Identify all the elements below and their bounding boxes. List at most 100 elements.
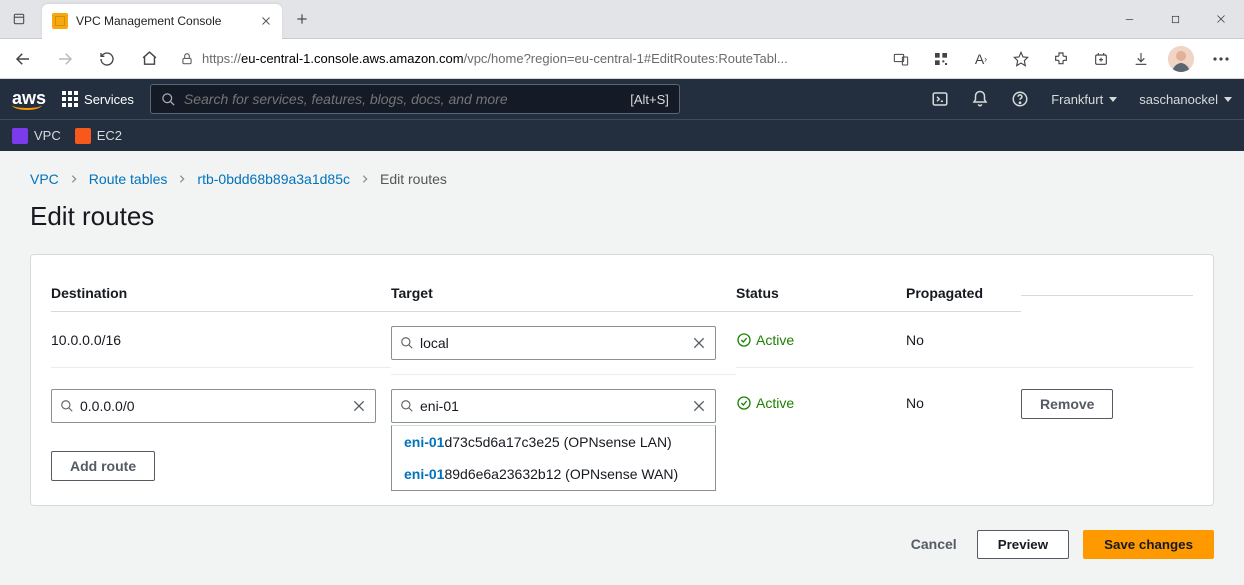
cancel-button[interactable]: Cancel — [905, 528, 963, 560]
region-selector[interactable]: Frankfurt — [1051, 92, 1117, 107]
chevron-right-icon — [69, 174, 79, 184]
status-active: Active — [736, 395, 794, 411]
close-tab-icon[interactable] — [260, 15, 272, 27]
tab-actions-button[interactable] — [0, 0, 38, 38]
tab-title: VPC Management Console — [76, 14, 252, 28]
nav-refresh-button[interactable] — [88, 42, 126, 76]
status-text: Active — [756, 332, 794, 348]
services-menu[interactable]: Services — [62, 91, 134, 107]
add-route-button[interactable]: Add route — [51, 451, 155, 481]
search-shortcut: [Alt+S] — [630, 92, 669, 107]
aws-logo[interactable]: aws — [12, 89, 46, 110]
remove-route-button[interactable]: Remove — [1021, 389, 1113, 419]
main-content: VPC Route tables rtb-0bdd68b89a3a1d85c E… — [0, 151, 1244, 560]
breadcrumb: VPC Route tables rtb-0bdd68b89a3a1d85c E… — [30, 171, 1214, 187]
url-text: https://eu-central-1.console.aws.amazon.… — [202, 51, 870, 66]
status-cell: Active — [736, 375, 906, 431]
page-footer-actions: Cancel Preview Save changes — [30, 506, 1214, 560]
actions-cell — [1021, 312, 1193, 368]
aws-top-nav: aws Services [Alt+S] Frankfurt saschanoc… — [0, 79, 1244, 119]
breadcrumb-current: Edit routes — [380, 171, 447, 187]
clear-icon[interactable] — [685, 398, 707, 414]
status-active: Active — [736, 332, 794, 348]
window-minimize-button[interactable] — [1106, 0, 1152, 38]
lock-icon — [180, 52, 194, 66]
dropdown-option[interactable]: eni-01d73c5d6a17c3e25 (OPNsense LAN) — [392, 426, 715, 458]
preview-button[interactable]: Preview — [977, 530, 1069, 559]
account-menu[interactable]: saschanockel — [1139, 92, 1232, 107]
col-header-status: Status — [736, 275, 906, 312]
apps-grid-icon — [62, 91, 78, 107]
caret-down-icon — [1109, 97, 1117, 102]
breadcrumb-route-tables[interactable]: Route tables — [89, 171, 168, 187]
address-bar[interactable]: https://eu-central-1.console.aws.amazon.… — [172, 44, 878, 74]
qr-icon[interactable] — [922, 42, 960, 76]
breadcrumb-rtb-id[interactable]: rtb-0bdd68b89a3a1d85c — [197, 171, 350, 187]
clear-icon[interactable] — [345, 398, 367, 414]
collections-icon[interactable] — [1082, 42, 1120, 76]
downloads-icon[interactable] — [1122, 42, 1160, 76]
propagated-cell: No — [906, 375, 1021, 431]
aws-favicon-icon — [52, 13, 68, 29]
destination-cell — [51, 375, 391, 437]
breadcrumb-vpc[interactable]: VPC — [30, 171, 59, 187]
read-aloud-icon[interactable]: A› — [962, 42, 1000, 76]
target-cell — [391, 312, 736, 375]
nav-home-button[interactable] — [130, 42, 168, 76]
dropdown-option[interactable]: eni-0189d6e6a23632b12 (OPNsense WAN) — [392, 458, 715, 490]
routes-table: Destination Target Status Propagated 10.… — [51, 275, 1193, 437]
chevron-right-icon — [360, 174, 370, 184]
vpc-label: VPC — [34, 128, 61, 143]
target-input-wrapper[interactable]: eni-01d73c5d6a17c3e25 (OPNsense LAN) eni… — [391, 389, 716, 423]
actions-cell: Remove — [1021, 375, 1193, 433]
service-chip-vpc[interactable]: VPC — [12, 128, 61, 144]
vpc-service-icon — [12, 128, 28, 144]
new-tab-button[interactable] — [288, 5, 316, 33]
nav-forward-button — [46, 42, 84, 76]
target-input-wrapper[interactable] — [391, 326, 716, 360]
col-header-target: Target — [391, 275, 736, 312]
option-match: eni-01 — [404, 466, 444, 482]
browser-toolbar: https://eu-central-1.console.aws.amazon.… — [0, 39, 1244, 79]
nav-back-button[interactable] — [4, 42, 42, 76]
extensions-icon[interactable] — [1042, 42, 1080, 76]
ec2-service-icon — [75, 128, 91, 144]
window-close-button[interactable] — [1198, 0, 1244, 38]
target-cell: eni-01d73c5d6a17c3e25 (OPNsense LAN) eni… — [391, 375, 736, 437]
more-icon[interactable] — [1202, 42, 1240, 76]
responsive-icon[interactable] — [882, 42, 920, 76]
region-label: Frankfurt — [1051, 92, 1103, 107]
chevron-right-icon — [177, 174, 187, 184]
cloudshell-icon[interactable] — [931, 90, 949, 108]
browser-tab[interactable]: VPC Management Console — [42, 4, 282, 39]
option-match: eni-01 — [404, 434, 444, 450]
save-changes-button[interactable]: Save changes — [1083, 530, 1214, 559]
destination-input[interactable] — [80, 398, 345, 414]
clear-icon[interactable] — [685, 335, 707, 351]
service-chip-ec2[interactable]: EC2 — [75, 128, 122, 144]
destination-input-wrapper[interactable] — [51, 389, 376, 423]
profile-avatar[interactable] — [1162, 42, 1200, 76]
status-cell: Active — [736, 312, 906, 368]
status-text: Active — [756, 395, 794, 411]
col-header-propagated: Propagated — [906, 275, 1021, 312]
ec2-label: EC2 — [97, 128, 122, 143]
window-maximize-button[interactable] — [1152, 0, 1198, 38]
aws-search[interactable]: [Alt+S] — [150, 84, 680, 114]
col-header-destination: Destination — [51, 275, 391, 312]
services-label: Services — [84, 92, 134, 107]
option-rest: 89d6e6a23632b12 (OPNsense WAN) — [444, 466, 678, 482]
help-icon[interactable] — [1011, 90, 1029, 108]
search-icon — [60, 399, 74, 413]
target-dropdown: eni-01d73c5d6a17c3e25 (OPNsense LAN) eni… — [391, 425, 716, 491]
aws-search-input[interactable] — [184, 91, 622, 107]
target-input[interactable] — [420, 335, 685, 351]
search-icon — [400, 336, 414, 350]
favorites-icon[interactable] — [1002, 42, 1040, 76]
search-icon — [400, 399, 414, 413]
search-icon — [161, 92, 176, 107]
target-input[interactable] — [420, 398, 685, 414]
notifications-icon[interactable] — [971, 90, 989, 108]
page-title: Edit routes — [30, 201, 1214, 232]
destination-cell: 10.0.0.0/16 — [51, 312, 391, 368]
